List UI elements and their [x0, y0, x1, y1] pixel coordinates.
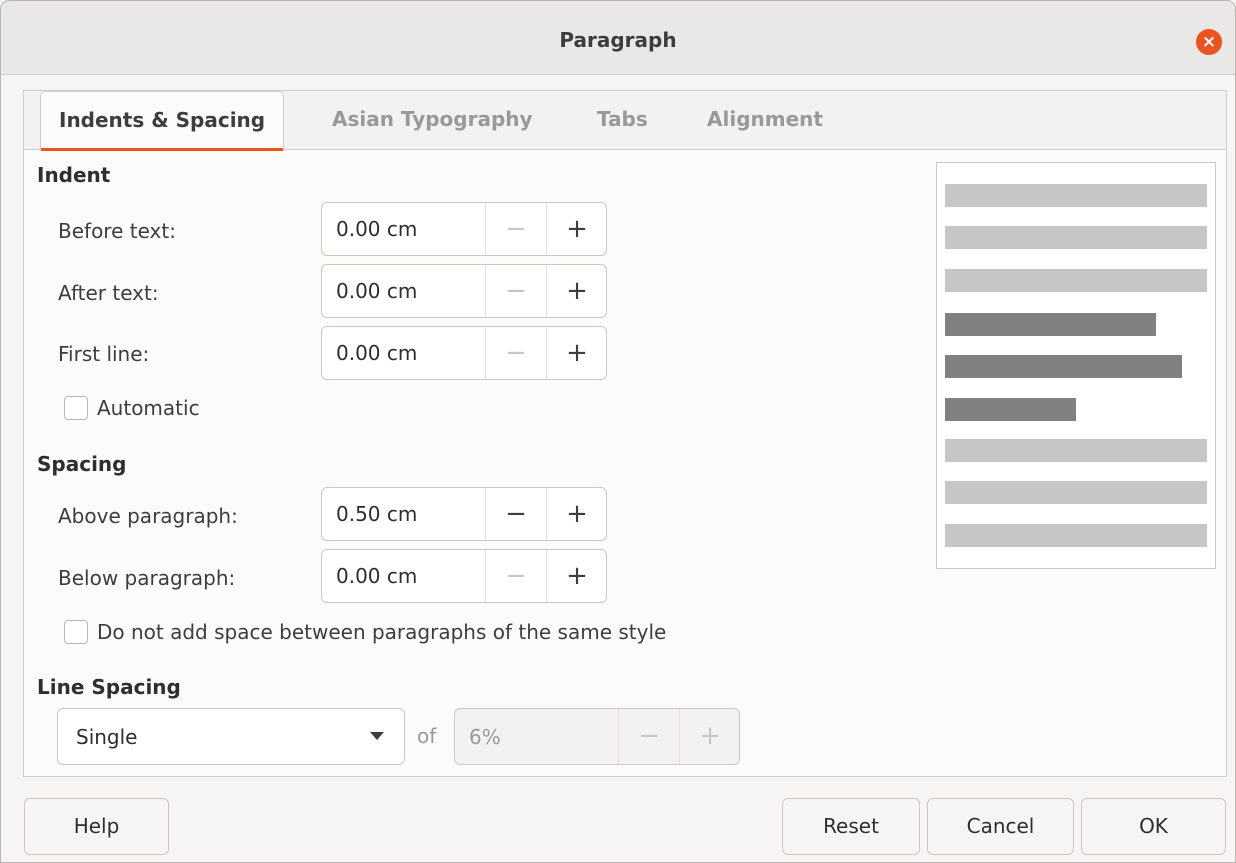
after-text-input[interactable]: 0.00 cm [336, 279, 417, 303]
preview-line [945, 226, 1207, 249]
above-paragraph-label: Above paragraph: [58, 504, 238, 528]
title-bar: Paragraph × [1, 1, 1235, 75]
preview-line-current [945, 398, 1076, 421]
above-paragraph-input[interactable]: 0.50 cm [336, 502, 417, 526]
cancel-button[interactable]: Cancel [927, 798, 1074, 855]
preview-line [945, 439, 1207, 462]
automatic-checkbox[interactable] [64, 396, 88, 420]
decrement-button[interactable]: − [485, 550, 546, 602]
active-tab-indicator [41, 148, 284, 151]
first-line-input[interactable]: 0.00 cm [336, 341, 417, 365]
paragraph-preview [936, 162, 1216, 569]
first-line-label: First line: [58, 342, 150, 366]
spacing-heading: Spacing [37, 452, 127, 476]
first-line-spinbox: 0.00 cm − + [321, 326, 607, 380]
preview-line [945, 184, 1207, 207]
below-paragraph-spinbox: 0.00 cm − + [321, 549, 607, 603]
decrement-button[interactable]: − [485, 203, 546, 255]
preview-line [945, 524, 1207, 547]
decrement-button[interactable]: − [485, 327, 546, 379]
line-spacing-dropdown[interactable]: Single [57, 708, 405, 765]
of-label: of [417, 724, 437, 748]
close-icon[interactable]: × [1196, 29, 1222, 55]
no-space-same-style-label: Do not add space between paragraphs of t… [97, 620, 667, 644]
indent-heading: Indent [37, 163, 111, 187]
after-text-label: After text: [58, 281, 159, 305]
increment-button[interactable]: + [679, 709, 740, 764]
preview-line-current [945, 355, 1182, 378]
before-text-label: Before text: [58, 219, 176, 243]
preview-line-current [945, 313, 1156, 336]
tab-alignment[interactable]: Alignment [707, 91, 823, 149]
ok-button[interactable]: OK [1081, 798, 1226, 855]
increment-button[interactable]: + [546, 550, 607, 602]
before-text-input[interactable]: 0.00 cm [336, 217, 417, 241]
tab-tabs[interactable]: Tabs [597, 91, 648, 149]
increment-button[interactable]: + [546, 203, 607, 255]
reset-button[interactable]: Reset [782, 798, 920, 855]
line-spacing-selected: Single [76, 725, 138, 749]
automatic-label: Automatic [97, 396, 200, 420]
before-text-spinbox: 0.00 cm − + [321, 202, 607, 256]
dialog-title: Paragraph [559, 28, 677, 52]
tab-indents-spacing[interactable]: Indents & Spacing [40, 91, 285, 151]
line-spacing-value-input[interactable]: 6% [469, 725, 501, 749]
line-spacing-heading: Line Spacing [37, 675, 181, 699]
help-button[interactable]: Help [24, 798, 169, 855]
tab-asian-typography[interactable]: Asian Typography [332, 91, 533, 149]
below-paragraph-label: Below paragraph: [58, 566, 236, 590]
decrement-button[interactable]: − [485, 488, 546, 540]
decrement-button[interactable]: − [618, 709, 679, 764]
after-text-spinbox: 0.00 cm − + [321, 264, 607, 318]
increment-button[interactable]: + [546, 327, 607, 379]
preview-line [945, 481, 1207, 504]
line-spacing-value-spinbox: 6% − + [454, 708, 740, 765]
preview-line [945, 269, 1207, 292]
increment-button[interactable]: + [546, 488, 607, 540]
below-paragraph-input[interactable]: 0.00 cm [336, 564, 417, 588]
no-space-same-style-checkbox[interactable] [64, 620, 88, 644]
tab-panel: Indents & Spacing Asian Typography Tabs … [23, 90, 1227, 777]
chevron-down-icon [370, 732, 384, 740]
decrement-button[interactable]: − [485, 265, 546, 317]
above-paragraph-spinbox: 0.50 cm − + [321, 487, 607, 541]
increment-button[interactable]: + [546, 265, 607, 317]
paragraph-dialog: Paragraph × Indents & Spacing Asian Typo… [0, 0, 1236, 863]
tab-bar: Indents & Spacing Asian Typography Tabs … [24, 91, 1226, 151]
tab-label: Indents & Spacing [59, 108, 266, 132]
